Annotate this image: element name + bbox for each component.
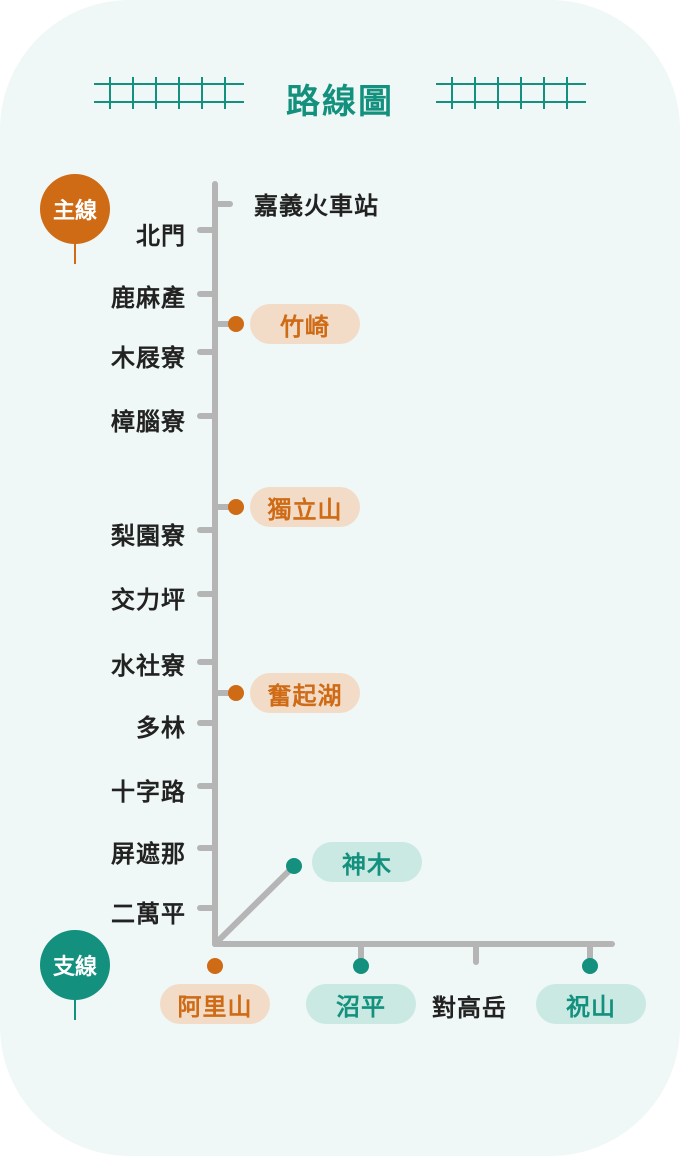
stop-dot-奮起湖 (228, 685, 244, 701)
station-pill-獨立山: 獨立山 (250, 487, 360, 527)
main-line-label: 主線 (52, 199, 97, 224)
station-label: 交力坪 (111, 586, 186, 614)
station-label: 樟腦寮 (111, 408, 186, 436)
station-pill-神木: 神木 (312, 842, 422, 882)
station-label: 多林 (136, 714, 186, 742)
station-label: 北門 (136, 222, 186, 250)
station-label: 鹿麻產 (111, 284, 186, 312)
station-pill-祝山: 祝山 (536, 984, 646, 1024)
station-label: 嘉義火車站 (254, 192, 379, 220)
branch-line-label: 支線 (52, 955, 97, 980)
station-label: 屏遮那 (111, 840, 186, 868)
main-line-badge-stem (74, 244, 76, 264)
station-pill-奮起湖: 奮起湖 (250, 673, 360, 713)
stop-dot-神木 (286, 858, 302, 874)
station-label: 二萬平 (111, 900, 186, 928)
station-label: 水社寮 (111, 652, 186, 680)
stop-dot-竹崎 (228, 316, 244, 332)
station-label: 十字路 (111, 778, 186, 806)
station-pill-沼平: 沼平 (306, 984, 416, 1024)
stop-dot-祝山 (582, 958, 598, 974)
station-label: 梨園寮 (111, 522, 186, 550)
stop-dot-獨立山 (228, 499, 244, 515)
stop-dot-阿里山 (207, 958, 223, 974)
station-pill-竹崎: 竹崎 (250, 304, 360, 344)
main-line-badge: 主線 (40, 174, 110, 244)
station-pill-阿里山: 阿里山 (160, 984, 270, 1024)
branch-line-badge: 支線 (40, 930, 110, 1000)
stop-dot-沼平 (353, 958, 369, 974)
diagonal-track (212, 863, 297, 947)
branch-line-badge-stem (74, 1000, 76, 1020)
station-label: 木屐寮 (111, 344, 186, 372)
station-label: 對高岳 (432, 994, 507, 1022)
